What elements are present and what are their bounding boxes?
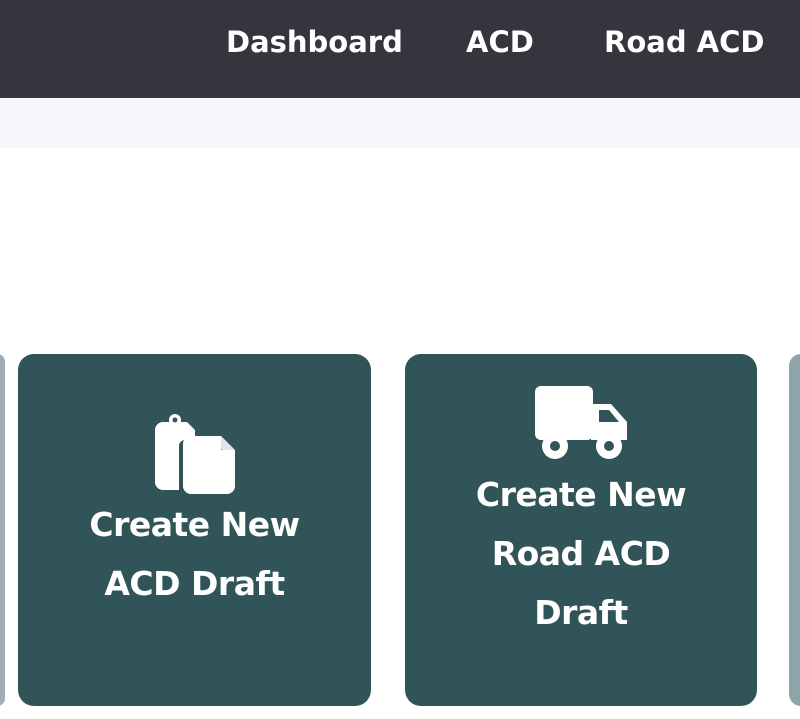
card-partial-left[interactable] [0,354,5,706]
truck-icon [531,382,631,468]
top-navigation-bar: Dashboard ACD Road ACD [0,0,800,98]
secondary-bar [0,98,800,148]
card-label-line-2: Road ACD [491,534,671,573]
card-partial-right[interactable] [789,354,800,706]
create-acd-draft-card[interactable]: Create New ACD Draft [18,354,371,706]
nav-link-acd[interactable]: ACD [466,22,534,62]
card-label-line-2: ACD Draft [104,564,285,603]
nav-link-road-acd[interactable]: Road ACD [604,22,764,62]
create-road-acd-draft-card[interactable]: Create New Road ACD Draft [405,354,757,706]
copy-documents-icon [153,414,237,498]
card-label-line-1: Create New [475,475,687,514]
card-label-line-3: Draft [534,593,628,632]
nav-link-dashboard[interactable]: Dashboard [226,22,403,62]
card-label-line-1: Create New [89,505,300,544]
